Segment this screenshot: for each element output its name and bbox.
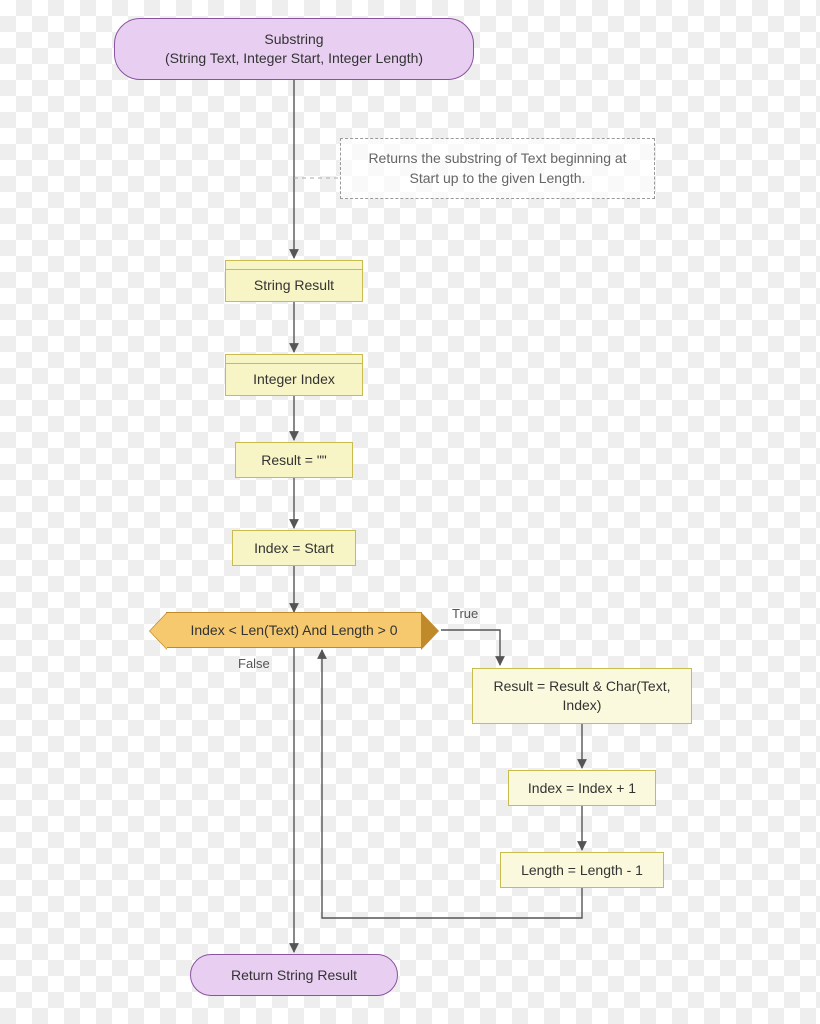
process-increment-index: Index = Index + 1 [508, 770, 656, 806]
terminator-start: Substring (String Text, Integer Start, I… [114, 18, 474, 80]
comment-text: Returns the substring of Text beginning … [368, 150, 626, 186]
process-append-char: Result = Result & Char(Text, Index) [472, 668, 692, 724]
process-decrement-length: Length = Length - 1 [500, 852, 664, 888]
comment-box: Returns the substring of Text beginning … [340, 138, 655, 199]
terminator-end: Return String Result [190, 954, 398, 996]
start-title: Substring [165, 30, 423, 49]
assign-index-start: Index = Start [232, 530, 356, 566]
start-signature: (String Text, Integer Start, Integer Len… [165, 49, 423, 68]
declare-index: Integer Index [225, 362, 363, 396]
declare-result: String Result [225, 268, 363, 302]
label-false: False [238, 656, 270, 671]
assign-result-empty: Result = "" [235, 442, 353, 478]
decision-loop-condition: Index < Len(Text) And Length > 0 [166, 612, 422, 648]
label-true: True [452, 606, 478, 621]
